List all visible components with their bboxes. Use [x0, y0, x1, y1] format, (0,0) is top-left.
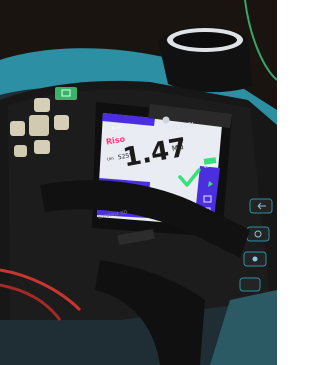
nav-down-button[interactable] — [34, 140, 50, 154]
help-icon — [252, 256, 258, 262]
photo-scene — [0, 0, 277, 365]
settings-button[interactable] — [246, 226, 270, 242]
green-soft-key[interactable] — [55, 87, 77, 100]
nav-center-button[interactable] — [29, 115, 49, 136]
extra-button[interactable] — [239, 277, 261, 292]
nav-up-button[interactable] — [34, 98, 50, 112]
nav-left-button[interactable] — [10, 121, 25, 136]
nav-bottom-left-button[interactable] — [14, 145, 27, 157]
nav-right-button[interactable] — [54, 115, 69, 130]
metrel-logo-icon — [162, 116, 170, 124]
